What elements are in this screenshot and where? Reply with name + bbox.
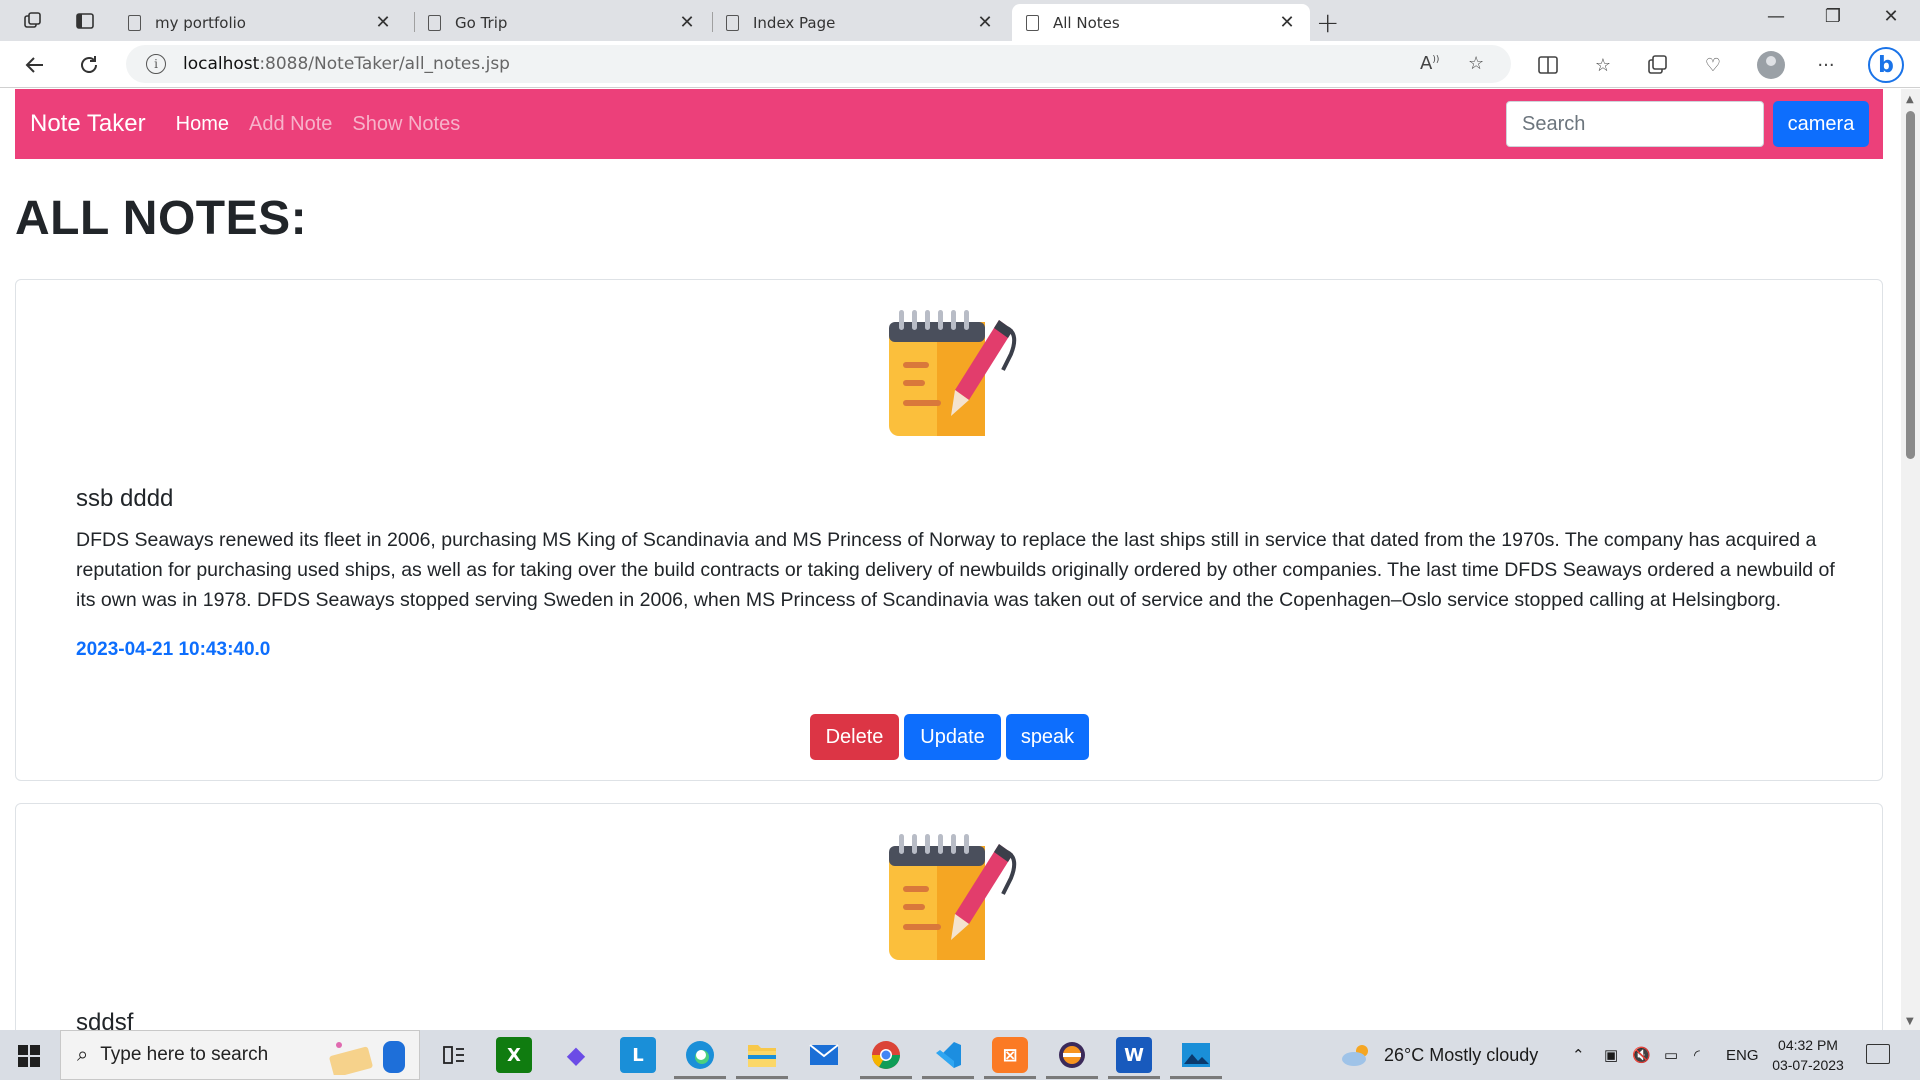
update-button[interactable]: Update: [904, 714, 1001, 760]
delete-button[interactable]: Delete: [810, 714, 899, 760]
profile-avatar[interactable]: [1757, 51, 1785, 79]
note-content: DFDS Seaways renewed its fleet in 2006, …: [76, 529, 1835, 611]
back-arrow-icon[interactable]: [20, 50, 50, 80]
clock-time: 04:32 PM: [1778, 1037, 1838, 1053]
page-title: ALL NOTES:: [15, 192, 308, 245]
tab-title: Go Trip: [455, 13, 508, 32]
site-info-icon[interactable]: i: [146, 54, 166, 74]
windows-start-icon[interactable]: [18, 1045, 40, 1067]
copilot-app-icon[interactable]: ◆: [558, 1037, 594, 1073]
nav-link-home[interactable]: Home: [176, 113, 229, 136]
page-viewport: Note Taker Home Add Note Show Notes came…: [0, 89, 1901, 1030]
weather-widget[interactable]: 26°C Mostly cloudy: [1340, 1030, 1538, 1080]
scroll-down-icon[interactable]: ▼: [1906, 1016, 1914, 1027]
close-icon[interactable]: ✕: [678, 12, 696, 33]
bing-copilot-icon[interactable]: b: [1868, 47, 1904, 83]
search-highlight-illustration-icon: [329, 1041, 405, 1075]
task-view-icon[interactable]: [436, 1037, 472, 1073]
url-host: localhost: [183, 54, 260, 74]
meet-now-icon[interactable]: ▣: [1604, 1030, 1618, 1080]
l-app-icon[interactable]: L: [620, 1037, 656, 1073]
collections-icon[interactable]: [1646, 53, 1670, 77]
tab-title: my portfolio: [155, 13, 246, 32]
scroll-up-icon[interactable]: ▲: [1906, 94, 1914, 105]
page-icon: [128, 14, 141, 31]
workspaces-icon[interactable]: [20, 8, 46, 34]
input-language[interactable]: ENG: [1726, 1030, 1759, 1080]
battery-icon[interactable]: ▭: [1664, 1030, 1678, 1080]
taskbar-search-placeholder: Type here to search: [100, 1044, 269, 1065]
favorite-star-icon[interactable]: ☆: [1468, 53, 1484, 74]
clock-date: 03-07-2023: [1772, 1057, 1844, 1073]
show-hidden-icons-chevron-icon[interactable]: ⌃: [1572, 1030, 1585, 1080]
note-card: ssb dddd DFDS Seaways renewed its fleet …: [15, 279, 1883, 781]
refresh-icon[interactable]: [74, 50, 104, 80]
note-body: sddsf: [76, 1009, 1836, 1030]
note-title: sddsf: [76, 1009, 134, 1030]
search-icon: ⌕: [77, 1043, 89, 1066]
xampp-icon[interactable]: ⊠: [984, 1037, 1036, 1079]
vscode-icon[interactable]: [922, 1037, 974, 1079]
wifi-icon[interactable]: ◜: [1694, 1030, 1700, 1080]
page-icon: [726, 14, 739, 31]
vertical-scrollbar[interactable]: ▲ ▼: [1901, 89, 1920, 1030]
notepad-pencil-icon: [889, 834, 1017, 960]
camera-button[interactable]: camera: [1773, 101, 1869, 147]
photos-icon[interactable]: [1170, 1037, 1222, 1079]
chrome-browser-icon[interactable]: [860, 1037, 912, 1079]
eclipse-ide-icon[interactable]: [1046, 1037, 1098, 1079]
note-body: ssb dddd DFDS Seaways renewed its fleet …: [76, 485, 1836, 661]
note-title: ssb dddd: [76, 485, 174, 512]
speak-button[interactable]: speak: [1006, 714, 1089, 760]
navbar: Note Taker Home Add Note Show Notes came…: [15, 89, 1883, 159]
note-actions: Delete Update speak: [810, 714, 1089, 760]
word-icon[interactable]: W: [1108, 1037, 1160, 1079]
new-tab-icon[interactable]: +: [1316, 6, 1339, 39]
edge-browser-icon[interactable]: [674, 1037, 726, 1079]
tab-all-notes[interactable]: All Notes ✕: [1012, 4, 1310, 41]
tab-my-portfolio[interactable]: my portfolio ✕: [114, 4, 406, 41]
mail-icon[interactable]: [806, 1037, 842, 1073]
tab-index-page[interactable]: Index Page ✕: [712, 4, 1008, 41]
nav-link-add-note[interactable]: Add Note: [249, 113, 332, 136]
restore-icon[interactable]: ❐: [1818, 6, 1848, 27]
navbar-brand[interactable]: Note Taker: [30, 110, 146, 138]
search-input[interactable]: [1506, 101, 1764, 147]
browser-toolbar: i localhost:8088/NoteTaker/all_notes.jsp…: [0, 41, 1920, 88]
tab-title: Index Page: [753, 13, 836, 32]
note-card: sddsf: [15, 803, 1883, 1030]
minimize-icon[interactable]: —: [1761, 6, 1791, 27]
file-explorer-icon[interactable]: [736, 1037, 788, 1079]
scrollbar-thumb[interactable]: [1906, 111, 1915, 459]
close-icon[interactable]: ✕: [976, 12, 994, 33]
note-date: 2023-04-21 10:43:40.0: [76, 639, 271, 660]
nav-link-show-notes[interactable]: Show Notes: [352, 113, 460, 136]
url-path: :8088/NoteTaker/all_notes.jsp: [259, 54, 510, 74]
split-screen-icon[interactable]: [1536, 53, 1560, 77]
close-icon[interactable]: ✕: [1278, 12, 1296, 33]
favorites-icon[interactable]: ☆: [1591, 53, 1615, 77]
weather-text: 26°C Mostly cloudy: [1384, 1044, 1539, 1065]
window-close-icon[interactable]: ✕: [1876, 6, 1906, 27]
tab-title: All Notes: [1053, 13, 1120, 32]
close-icon[interactable]: ✕: [374, 12, 392, 33]
browser-essentials-icon[interactable]: ♡: [1701, 53, 1725, 77]
volume-muted-icon[interactable]: 🔇: [1632, 1030, 1651, 1080]
url-text[interactable]: localhost:8088/NoteTaker/all_notes.jsp: [183, 54, 510, 74]
windows-taskbar: ⌕ Type here to search X ◆ L ⊠ W 26°C Mos…: [0, 1030, 1920, 1080]
xbox-app-icon[interactable]: X: [496, 1037, 532, 1073]
notification-center-icon[interactable]: [1866, 1044, 1890, 1064]
more-options-icon[interactable]: ···: [1814, 53, 1838, 77]
address-bar[interactable]: i localhost:8088/NoteTaker/all_notes.jsp…: [126, 45, 1511, 83]
tab-go-trip[interactable]: Go Trip ✕: [414, 4, 710, 41]
browser-tab-strip: my portfolio ✕ Go Trip ✕ Index Page ✕ Al…: [0, 0, 1920, 41]
page-icon: [428, 14, 441, 31]
cloudy-weather-icon: [1342, 1045, 1368, 1066]
system-clock[interactable]: 04:32 PM 03-07-2023: [1768, 1035, 1848, 1075]
notepad-pencil-icon: [889, 310, 1017, 436]
read-aloud-icon[interactable]: A)): [1420, 53, 1439, 74]
taskbar-search-box[interactable]: ⌕ Type here to search: [60, 1030, 420, 1080]
tab-actions-icon[interactable]: [72, 8, 98, 34]
page-icon: [1026, 14, 1039, 31]
